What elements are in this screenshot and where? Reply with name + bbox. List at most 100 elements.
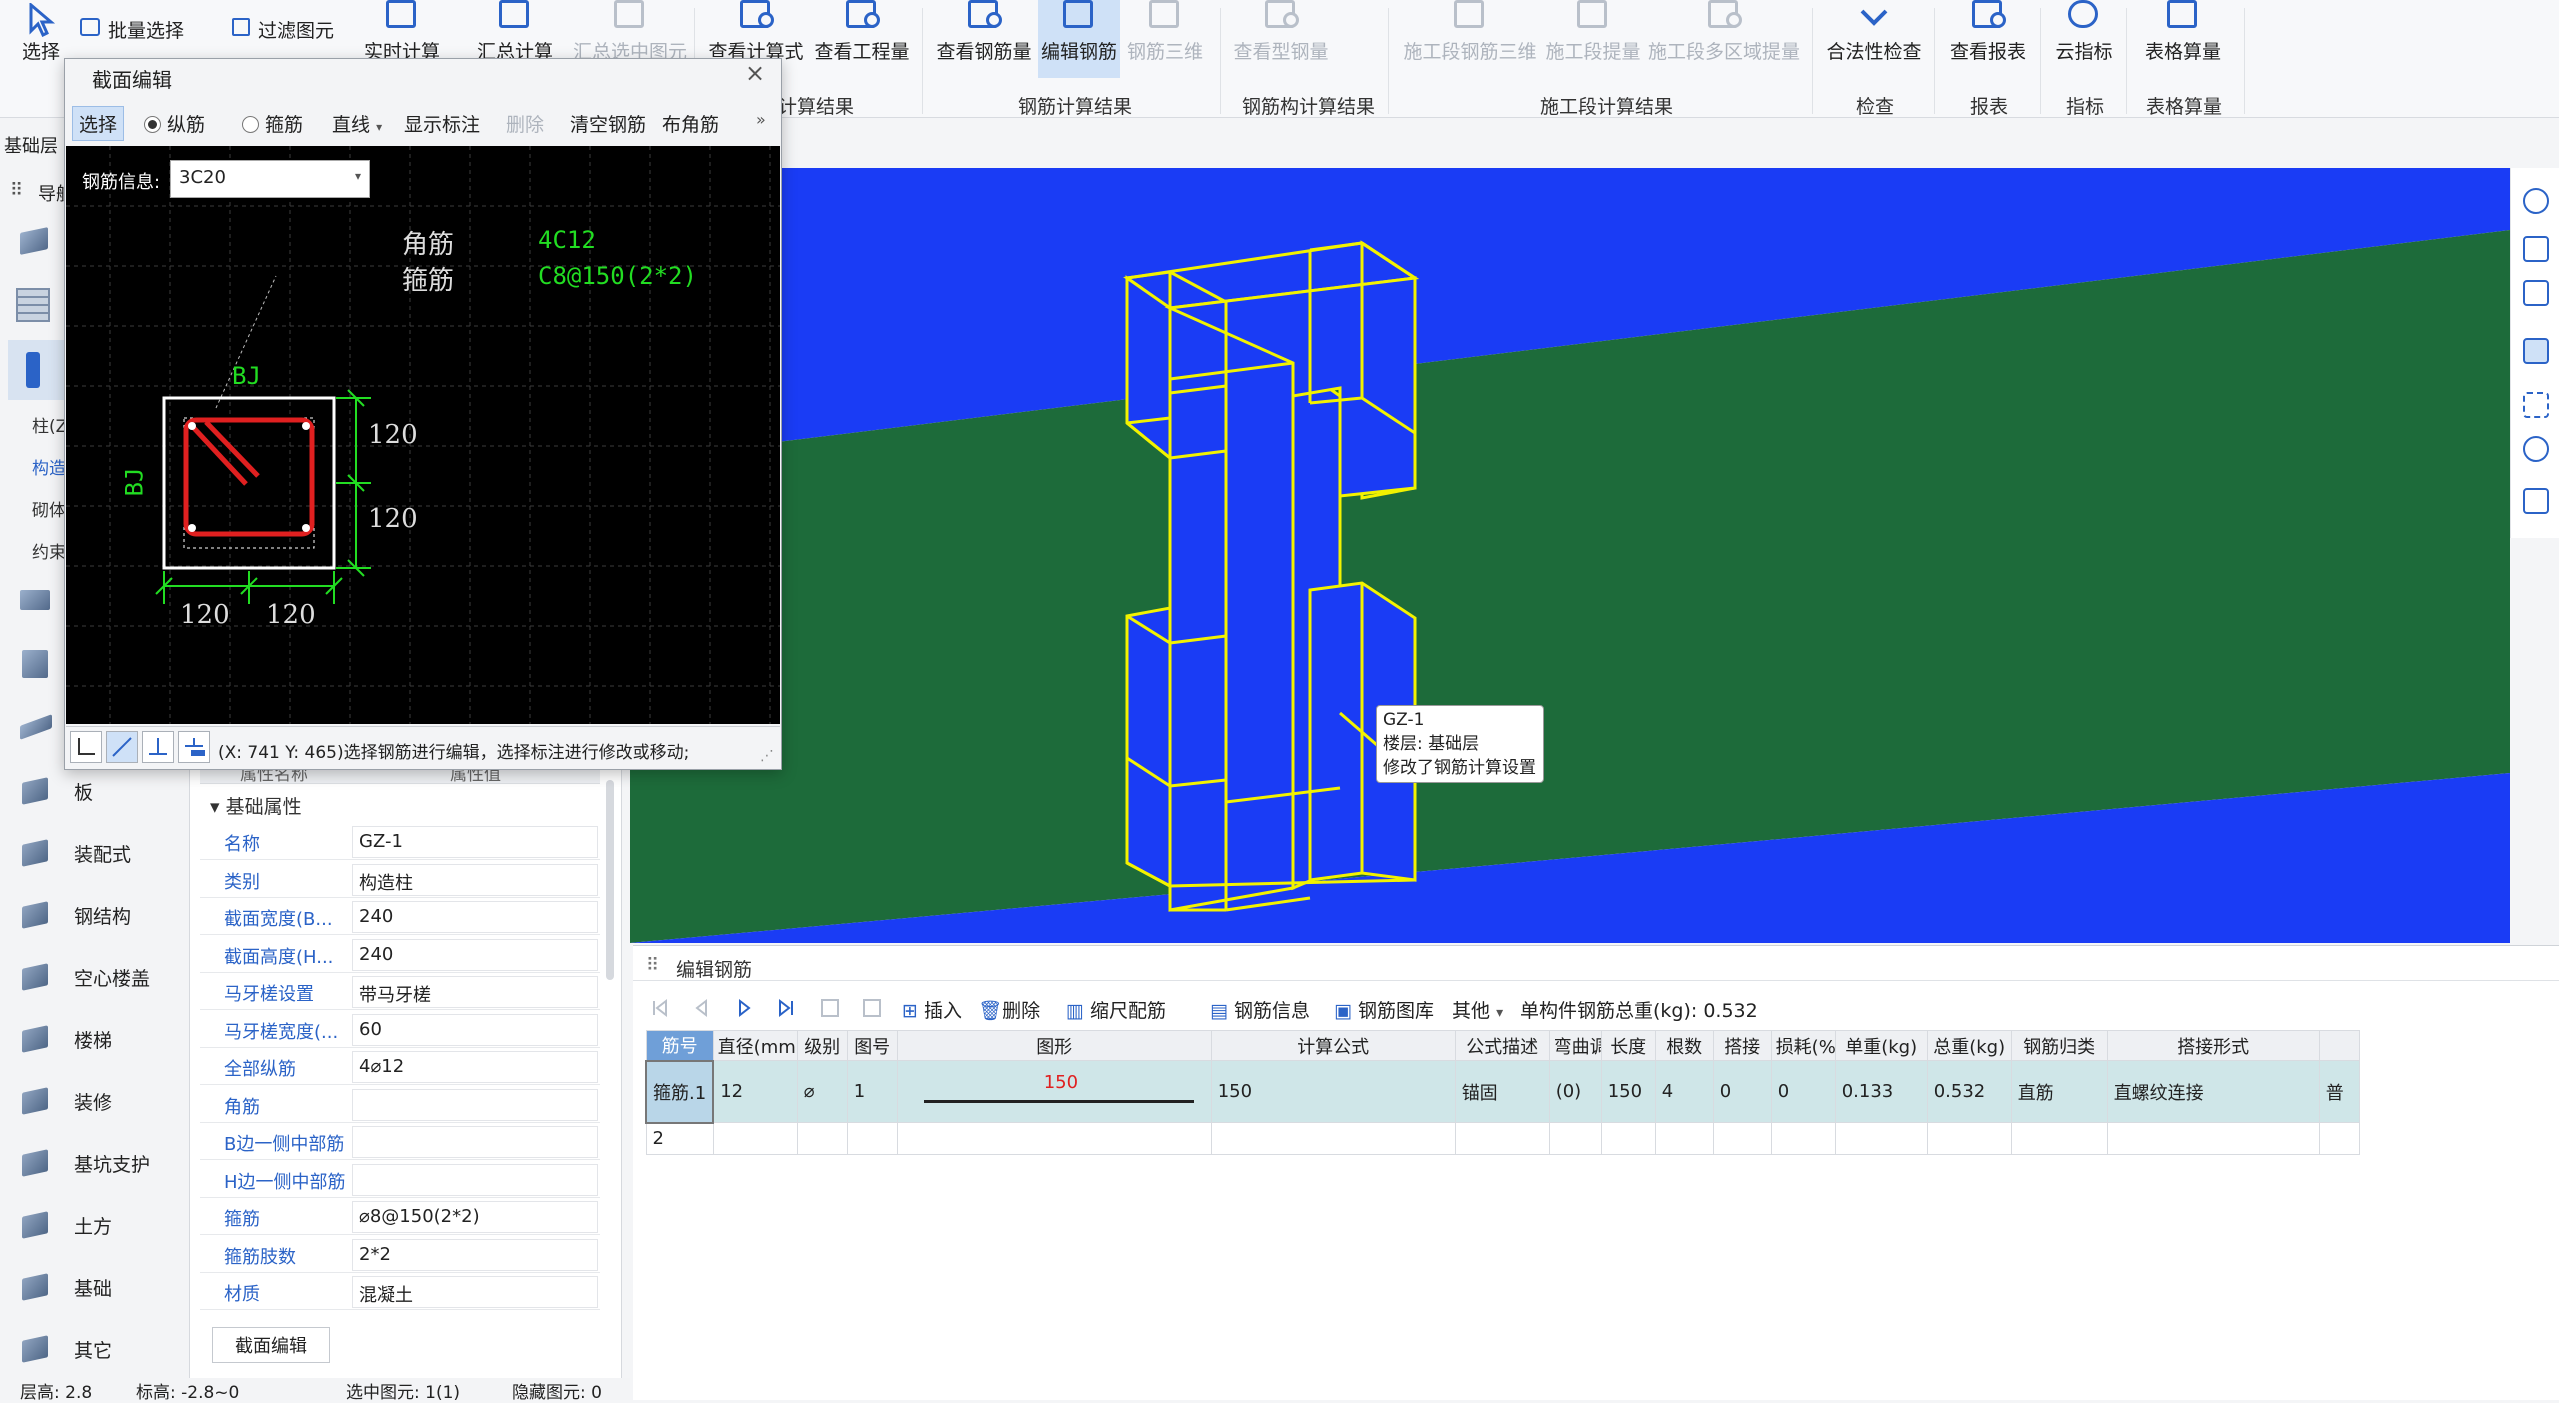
panel-grip-icon[interactable]: ⠿: [646, 955, 659, 976]
column-header[interactable]: 筋号: [645, 1030, 714, 1061]
table-cell[interactable]: [2318, 1122, 2360, 1155]
rebar-info-select[interactable]: 3C20 ▾: [170, 160, 370, 198]
property-row[interactable]: 类别 构造柱: [200, 862, 600, 898]
nav-item-earthwork[interactable]: 土方: [0, 1196, 190, 1254]
property-value[interactable]: 240: [352, 938, 598, 971]
dialog-select-button[interactable]: 选择: [72, 106, 125, 141]
nav-item-foundation[interactable]: 基础: [0, 1258, 190, 1316]
nav-sub-constraint[interactable]: 约束: [32, 538, 66, 563]
3d-viewport[interactable]: [630, 168, 2510, 943]
nav-item-steel[interactable]: 钢结构: [0, 886, 190, 944]
label-bj-top[interactable]: BJ: [232, 362, 261, 390]
table-cell[interactable]: 直螺纹连接: [2106, 1060, 2320, 1123]
nav-sub-structural[interactable]: 构造: [32, 454, 66, 479]
property-row[interactable]: 马牙槎设置 带马牙槎: [200, 974, 600, 1010]
table-cell[interactable]: [1210, 1122, 1456, 1155]
property-row[interactable]: 名称 GZ-1: [200, 824, 600, 860]
column-header[interactable]: 图号: [846, 1030, 898, 1061]
table-cell[interactable]: [712, 1122, 798, 1155]
perpendicular-icon[interactable]: [142, 731, 174, 763]
property-value[interactable]: GZ-1: [352, 826, 598, 858]
table-cell[interactable]: 普: [2318, 1060, 2360, 1123]
close-icon[interactable]: ×: [742, 60, 768, 86]
property-value[interactable]: 带马牙槎: [352, 976, 598, 1008]
clear-rebar-button[interactable]: 清空钢筋: [570, 110, 646, 137]
column-header[interactable]: 搭接形式: [2106, 1030, 2320, 1061]
report-button[interactable]: 查看报表: [1944, 0, 2032, 78]
column-category[interactable]: [8, 340, 64, 400]
rebar-shape-cell[interactable]: 150: [896, 1060, 1212, 1123]
insert-button[interactable]: ⊞ 插入: [902, 996, 962, 1023]
table-cell[interactable]: 2: [645, 1122, 714, 1155]
solid-box-icon[interactable]: [2523, 338, 2549, 364]
edit-rebar-button[interactable]: 编辑钢筋: [1038, 0, 1120, 78]
beam-icon[interactable]: [16, 710, 56, 744]
corner-bar[interactable]: [188, 524, 196, 532]
view-steel-button[interactable]: 查看型钢量: [1226, 0, 1336, 78]
nav-sub-masonry[interactable]: 砌体: [32, 496, 66, 521]
table-cell[interactable]: 12: [712, 1060, 798, 1123]
table-cell[interactable]: 0: [1770, 1060, 1836, 1123]
property-row[interactable]: 角筋: [200, 1087, 600, 1123]
properties-scrollbar[interactable]: [606, 780, 614, 980]
table-cell[interactable]: [2106, 1122, 2320, 1155]
rebar-library-button[interactable]: ▣ 钢筋图库: [1334, 996, 1434, 1023]
property-value[interactable]: 240: [352, 901, 598, 933]
prop-section-toggle[interactable]: ▾ 基础属性: [210, 792, 302, 819]
section-edit-button[interactable]: 截面编辑: [212, 1327, 330, 1363]
table-cell[interactable]: [896, 1122, 1212, 1155]
view-rebar-button[interactable]: 查看钢筋量: [934, 0, 1034, 78]
rebar-info-button[interactable]: ▤ 钢筋信息: [1210, 996, 1310, 1023]
resize-grip-icon[interactable]: ⋰: [760, 748, 774, 764]
table-cell[interactable]: ⌀: [796, 1060, 848, 1123]
column-header[interactable]: 计算公式: [1210, 1030, 1456, 1061]
delete-row-button[interactable]: 🗑删除: [978, 996, 1040, 1023]
corner-bar[interactable]: [188, 422, 196, 430]
ortho-icon[interactable]: [70, 731, 102, 763]
next-record-icon[interactable]: [734, 998, 754, 1018]
move-down-icon[interactable]: [862, 998, 882, 1018]
line-draw-icon[interactable]: [106, 731, 138, 763]
value-stirrup[interactable]: C8@150(2*2): [538, 262, 697, 290]
nav-item-slab[interactable]: 板: [0, 762, 190, 820]
2d-view-icon[interactable]: [2523, 236, 2549, 262]
property-row[interactable]: 截面宽度(B... 240: [200, 899, 600, 935]
prev-record-icon[interactable]: [692, 998, 712, 1018]
property-value[interactable]: [352, 1088, 598, 1121]
column-header[interactable]: 长度: [1600, 1030, 1656, 1061]
cloud-index-button[interactable]: 云指标: [2048, 0, 2120, 78]
property-value[interactable]: 2*2: [352, 1238, 598, 1271]
snap-icon[interactable]: [178, 731, 210, 763]
property-row[interactable]: 箍筋 ⌀8@150(2*2): [200, 1199, 600, 1235]
property-row[interactable]: 材质 混凝土: [200, 1274, 600, 1310]
table-cell[interactable]: 150: [1210, 1060, 1456, 1123]
property-value[interactable]: [352, 1126, 598, 1158]
column-header[interactable]: 单重(kg): [1834, 1030, 1928, 1061]
orbit-icon[interactable]: [2523, 188, 2549, 214]
property-row[interactable]: B边一侧中部筋: [200, 1124, 600, 1160]
other-dropdown[interactable]: 其他 ▾: [1452, 996, 1503, 1023]
view-quantity-button[interactable]: 查看工程量: [812, 0, 912, 78]
table-cell[interactable]: (0): [1548, 1060, 1602, 1123]
property-value[interactable]: [352, 1163, 598, 1196]
scale-rebar-button[interactable]: ▥ 缩尺配筋: [1066, 996, 1166, 1023]
table-cell[interactable]: 锚固: [1454, 1060, 1550, 1123]
nav-item-prefab[interactable]: 装配式: [0, 824, 190, 882]
corner-bar[interactable]: [302, 422, 310, 430]
nav-item-other[interactable]: 其它: [0, 1320, 190, 1378]
table-calc-button[interactable]: 表格算量: [2134, 0, 2232, 78]
table-cell[interactable]: 直筋: [2010, 1060, 2108, 1123]
label-bj-left[interactable]: BJ: [120, 468, 148, 497]
wall-icon[interactable]: [16, 582, 56, 616]
column-header[interactable]: 直径(mm): [712, 1030, 798, 1061]
shape-value[interactable]: 150: [1044, 1072, 1078, 1093]
segment-quantity-button[interactable]: 施工段提量: [1542, 0, 1644, 78]
line-dropdown[interactable]: 直线 ▾: [332, 110, 382, 137]
door-icon[interactable]: [16, 646, 56, 680]
property-row[interactable]: 截面高度(H... 240: [200, 937, 600, 973]
nav-item-hollow-floor[interactable]: 空心楼盖: [0, 948, 190, 1006]
table-cell[interactable]: [1834, 1122, 1928, 1155]
column-header[interactable]: 公式描述: [1454, 1030, 1550, 1061]
dim-bottom-right[interactable]: 120: [266, 600, 316, 630]
last-record-icon[interactable]: [776, 998, 796, 1018]
